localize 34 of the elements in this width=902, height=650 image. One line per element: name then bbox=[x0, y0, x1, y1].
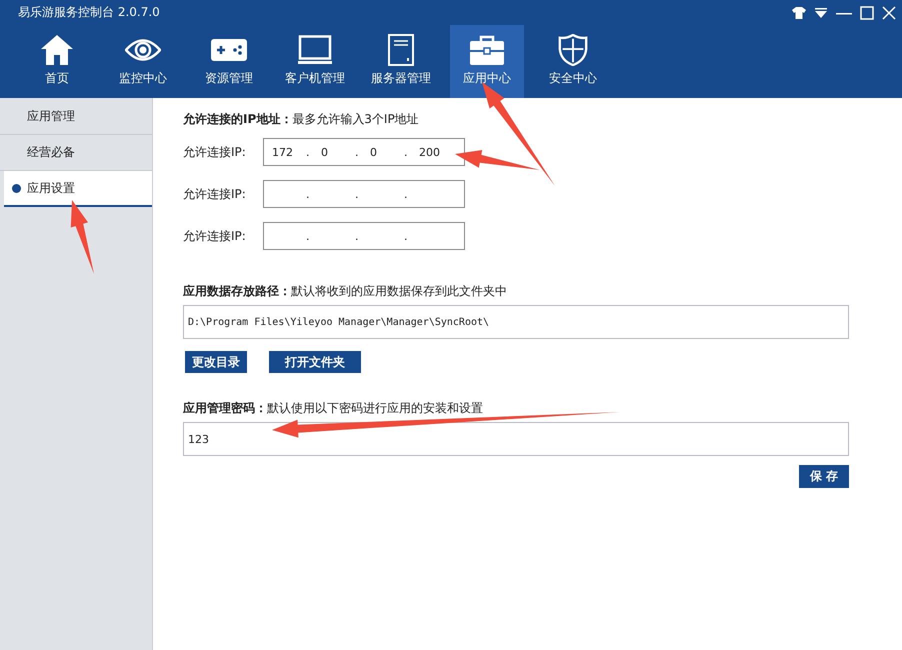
path-section-heading: 应用数据存放路径：默认将收到的应用数据保存到此文件夹中 bbox=[183, 283, 508, 300]
nav-tab[interactable]: 监控中心 bbox=[106, 25, 180, 98]
nav-tab[interactable]: 服务器管理 bbox=[364, 25, 438, 98]
ip-address-field[interactable]: . . . bbox=[263, 222, 465, 250]
password-field[interactable]: 123 bbox=[183, 422, 849, 456]
shield-icon bbox=[558, 34, 588, 66]
nav-tab[interactable]: 应用中心 bbox=[450, 25, 524, 98]
document-icon bbox=[388, 34, 414, 66]
folder-button[interactable]: 打开文件夹 bbox=[269, 351, 361, 373]
toolbox-icon bbox=[470, 34, 504, 66]
selected-dot-icon bbox=[12, 184, 21, 192]
ip-address-field[interactable]: 172 . 0 . 0 . 200 bbox=[263, 138, 465, 166]
ip-section-heading: 允许连接的IP地址：最多允许输入3个IP地址 bbox=[183, 111, 420, 128]
nav-tab[interactable]: 客户机管理 bbox=[278, 25, 352, 98]
ip-label: 允许连接IP: bbox=[183, 144, 247, 160]
window-title: 易乐游服务控制台 2.0.7.0 bbox=[18, 4, 160, 21]
ip-label: 允许连接IP: bbox=[183, 228, 247, 244]
ip-address-field[interactable]: . . . bbox=[263, 180, 465, 208]
maximize-icon[interactable] bbox=[860, 6, 874, 20]
home-icon bbox=[41, 34, 73, 66]
sidebar-item[interactable]: 应用设置 bbox=[4, 171, 152, 207]
sidebar-item[interactable]: 应用管理 bbox=[0, 99, 152, 135]
path-field[interactable]: D:\Program Files\Yileyoo Manager\Manager\SyncRoot\ bbox=[183, 305, 849, 339]
save-button[interactable]: 保 存 bbox=[798, 465, 849, 488]
password-section-heading: 应用管理密码：默认使用以下密码进行应用的安装和设置 bbox=[183, 400, 484, 417]
ip-label: 允许连接IP: bbox=[183, 186, 247, 202]
nav-tab[interactable]: 首页 bbox=[20, 25, 94, 98]
nav-tab[interactable]: 资源管理 bbox=[192, 25, 266, 98]
close-icon[interactable] bbox=[882, 6, 896, 20]
dropdown-icon[interactable] bbox=[814, 6, 828, 18]
nav-tab[interactable]: 安全中心 bbox=[536, 25, 610, 98]
shirt-icon[interactable] bbox=[792, 6, 806, 18]
monitor-icon bbox=[298, 34, 332, 66]
folder-button[interactable]: 更改目录 bbox=[185, 351, 247, 373]
